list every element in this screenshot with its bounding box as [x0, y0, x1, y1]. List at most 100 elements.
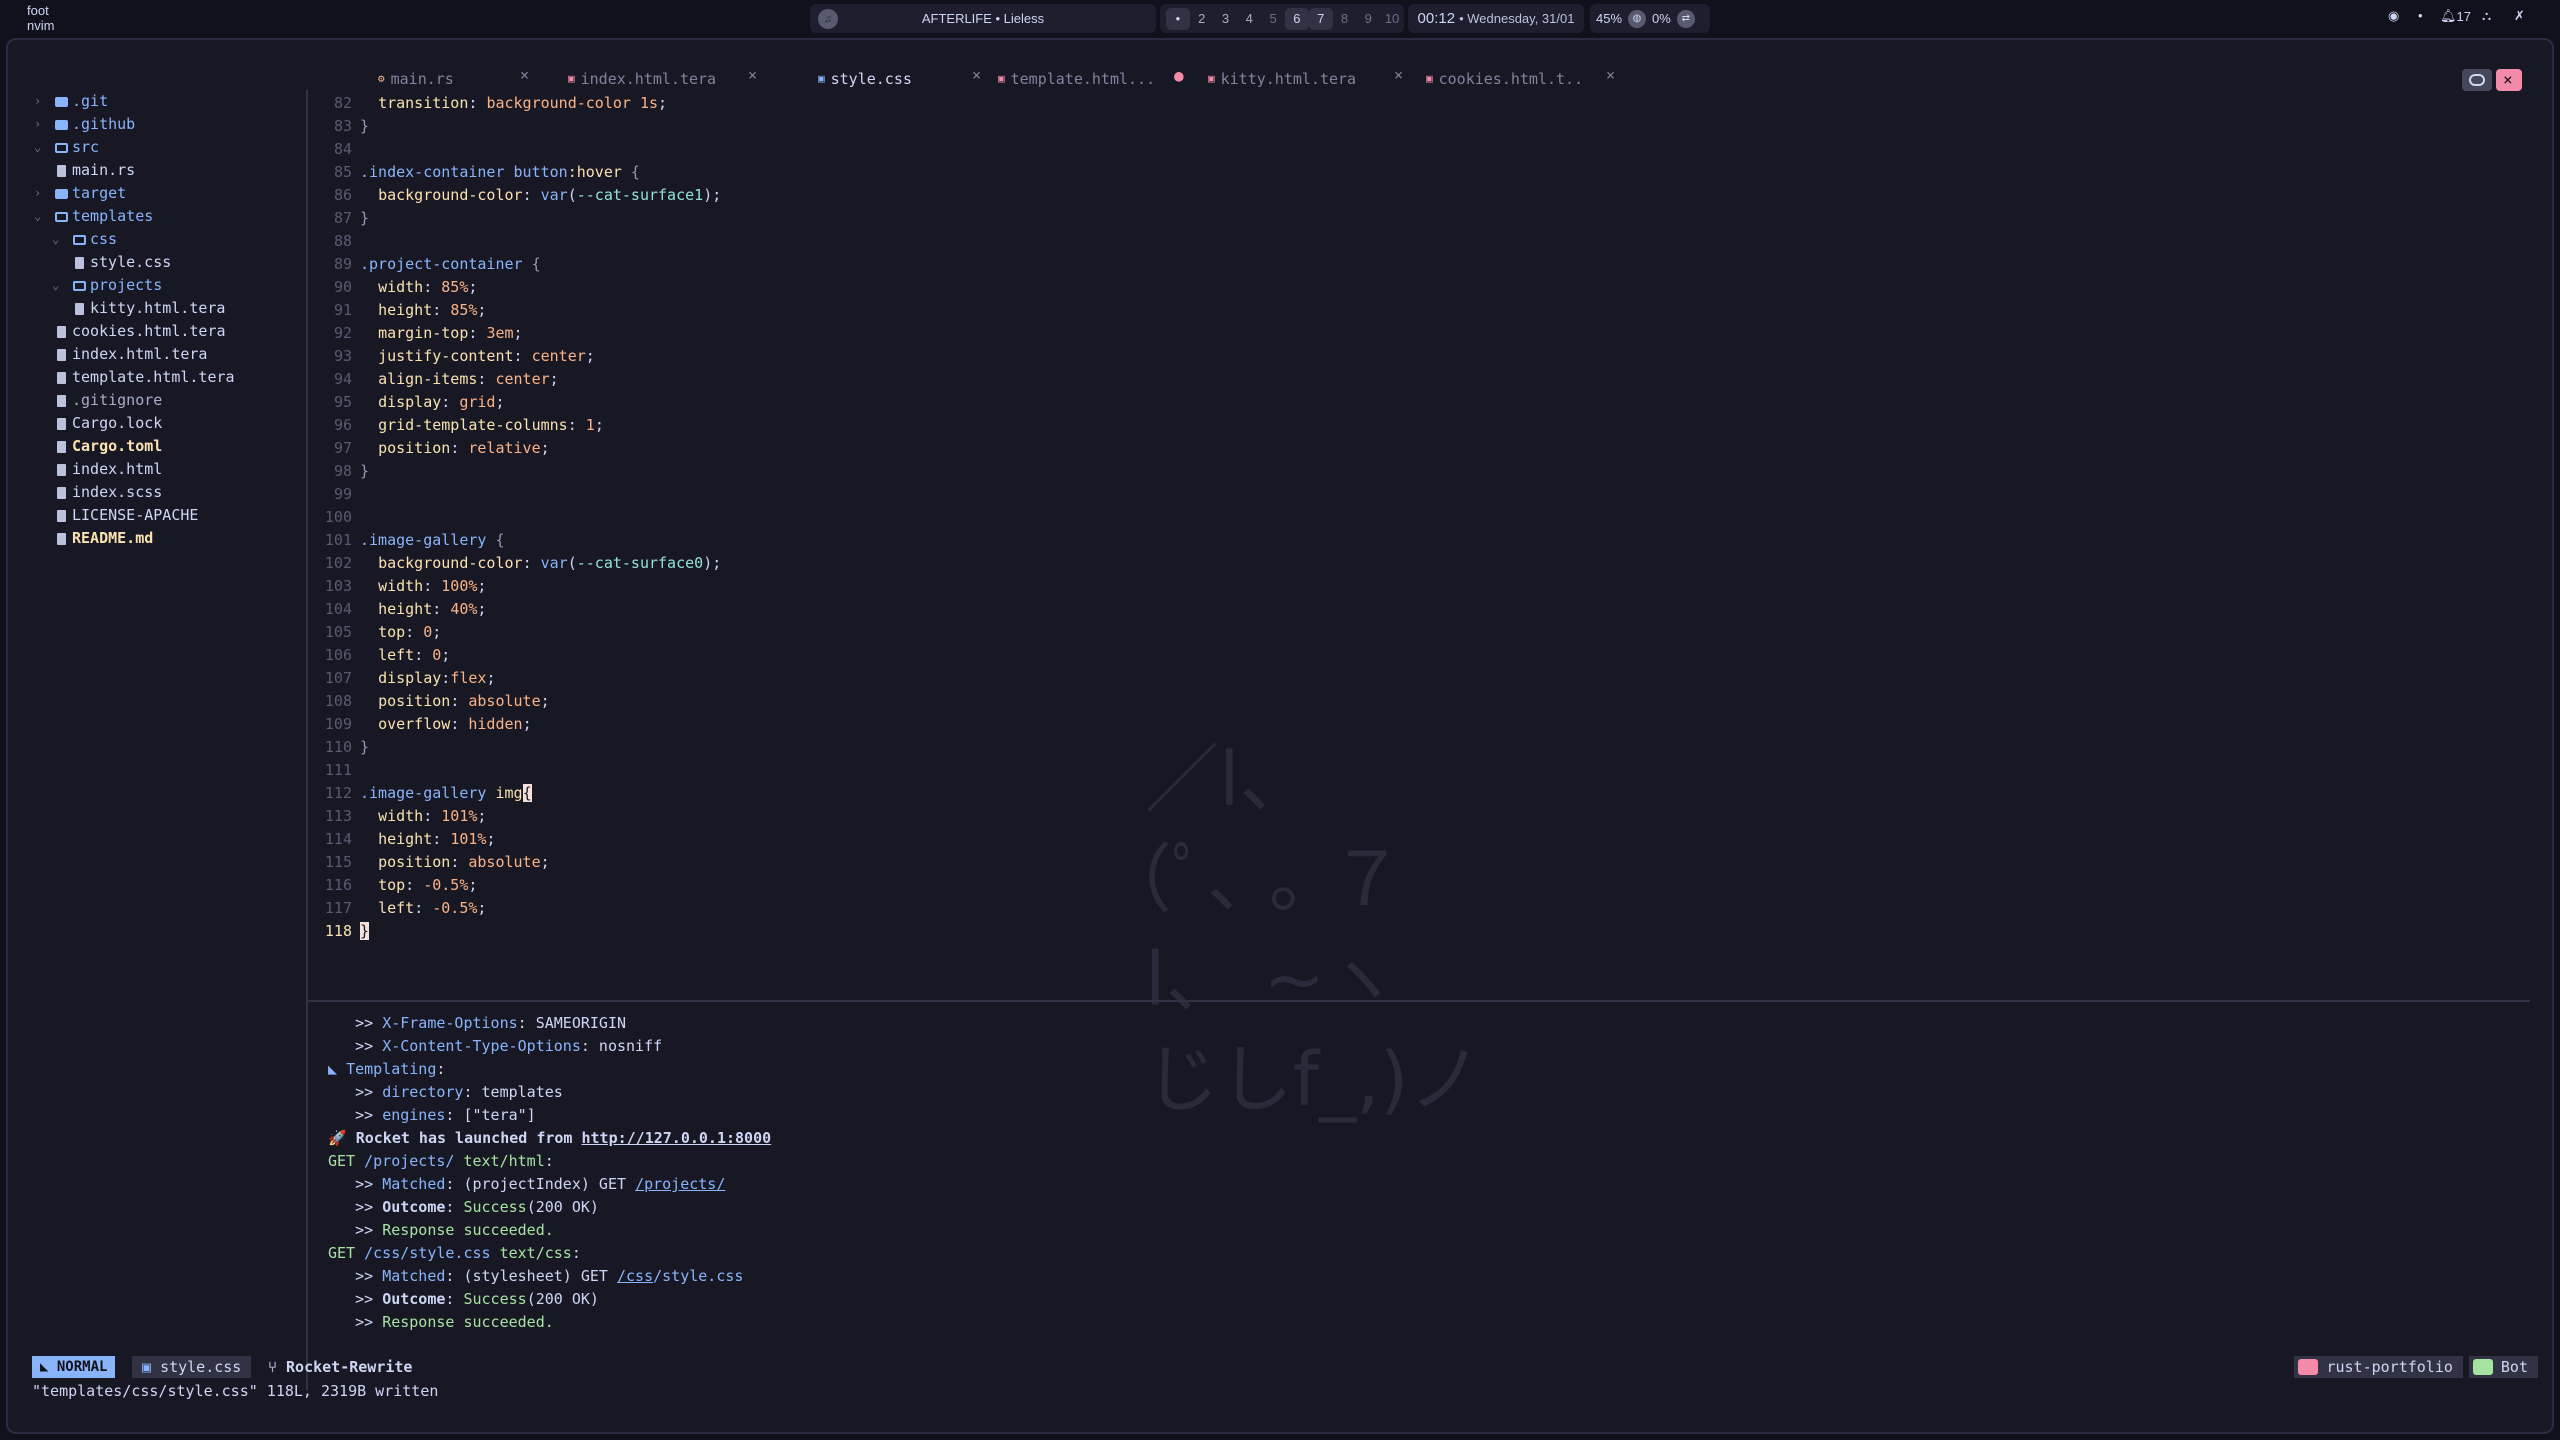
code-line[interactable]: 98} — [308, 460, 369, 483]
code-line[interactable]: 103 width: 100%; — [308, 575, 487, 598]
tree-item-kitty-html-tera[interactable]: kitty.html.tera — [70, 297, 225, 320]
tab-kitty-html-tera[interactable]: ▣ kitty.html.tera — [1208, 66, 1356, 92]
code-line[interactable]: 88 — [308, 230, 360, 253]
code-line[interactable]: 85 .index-container button:hover { — [308, 161, 640, 184]
code-line[interactable]: 111 — [308, 759, 360, 782]
tree-item-templates[interactable]: ⌄ templates — [34, 205, 153, 228]
media-player[interactable]: ♫ AFTERLIFE • Lieless — [810, 4, 1156, 33]
tree-item--git[interactable]: › .git — [34, 90, 108, 113]
tab-close-button[interactable]: × — [748, 66, 757, 84]
code-line[interactable]: 87} — [308, 207, 369, 230]
tray-discord[interactable]: ◉ — [2388, 8, 2399, 24]
code-line[interactable]: 104 height: 40%; — [308, 598, 487, 621]
code-line[interactable]: 116 top: -0.5%; — [308, 874, 478, 897]
code-line[interactable]: 92 margin-top: 3em; — [308, 322, 523, 345]
code-line[interactable]: 109 overflow: hidden; — [308, 713, 532, 736]
workspace-4[interactable]: 4 — [1237, 8, 1261, 30]
tab-close-button[interactable]: × — [1606, 66, 1615, 84]
tab-index-html-tera[interactable]: ▣ index.html.tera — [568, 66, 716, 92]
code-line[interactable]: 90 width: 85%; — [308, 276, 477, 299]
toggle-theme-button[interactable] — [2462, 69, 2492, 91]
code-line[interactable]: 84 — [308, 138, 360, 161]
workspace-7[interactable]: 7 — [1308, 7, 1333, 30]
code-line[interactable]: 96 grid-template-columns: 1; — [308, 414, 604, 437]
tree-item-index-html[interactable]: index.html — [34, 458, 162, 481]
position-segment: Bot — [2468, 1356, 2538, 1378]
tree-item-label: css — [90, 230, 118, 248]
tab-main-rs[interactable]: ⚙ main.rs — [378, 66, 454, 92]
code-line[interactable]: 93 justify-content: center; — [308, 345, 595, 368]
split-divider[interactable] — [308, 1000, 2530, 1002]
code-line[interactable]: 114 height: 101%; — [308, 828, 496, 851]
tree-item--github[interactable]: › .github — [34, 113, 135, 136]
code-line[interactable]: 102 background-color: var(--cat-surface0… — [308, 552, 721, 575]
tray-network[interactable]: ⛬ — [2482, 8, 2491, 24]
tab-close-button[interactable]: × — [1394, 66, 1403, 84]
code-line[interactable]: 110} — [308, 736, 369, 759]
tree-item-index-scss[interactable]: index.scss — [34, 481, 162, 504]
command-line[interactable]: "templates/css/style.css" 118L, 2319B wr… — [32, 1380, 438, 1402]
code-line[interactable]: 94 align-items: center; — [308, 368, 559, 391]
tab-close-button[interactable]: × — [520, 66, 529, 84]
code-line[interactable]: 115 position: absolute; — [308, 851, 550, 874]
code-line[interactable]: 105 top: 0; — [308, 621, 441, 644]
network-icon[interactable]: ⛬ — [2482, 8, 2491, 24]
code-line[interactable]: 86 background-color: var(--cat-surface1)… — [308, 184, 721, 207]
bluetooth-off-icon[interactable]: ✗ — [2514, 8, 2525, 24]
music-icon[interactable]: ♫ — [818, 9, 838, 29]
workspace-6[interactable]: 6 — [1284, 7, 1309, 30]
tray-bluetooth[interactable]: ✗ — [2514, 8, 2525, 24]
terminal-window[interactable]: ⚙ main.rs × ▣ index.html.tera × ▣ style.css × ▣ te… — [6, 38, 2554, 1434]
code-line[interactable]: 108 position: absolute; — [308, 690, 550, 713]
tree-item-template-html-tera[interactable]: template.html.tera — [52, 366, 235, 389]
tree-item-cargo-lock[interactable]: Cargo.lock — [34, 412, 162, 435]
tree-item-target[interactable]: › target — [34, 182, 126, 205]
code-line[interactable]: 91 height: 85%; — [308, 299, 487, 322]
tree-item--gitignore[interactable]: .gitignore — [34, 389, 162, 412]
tree-item-main-rs[interactable]: main.rs — [52, 159, 135, 182]
code-line[interactable]: 97 position: relative; — [308, 437, 550, 460]
tab-template-html-[interactable]: ▣ template.html... — [998, 66, 1155, 92]
workspace-9[interactable]: 9 — [1356, 8, 1380, 30]
file-icon — [52, 532, 70, 545]
workspace-8[interactable]: 8 — [1333, 8, 1357, 30]
code-line[interactable]: 89 .project-container { — [308, 253, 541, 276]
code-line[interactable]: 82 transition: background-color 1s; — [308, 92, 667, 115]
code-line[interactable]: 99 — [308, 483, 360, 506]
terminal-token: >> — [328, 1313, 383, 1331]
tab-cookies-html-t-[interactable]: ▣ cookies.html.t.. — [1426, 66, 1583, 92]
code-line[interactable]: 112 .image-gallery img{ — [308, 782, 532, 805]
workspace-10[interactable]: 10 — [1380, 8, 1404, 30]
workspace-5[interactable]: 5 — [1261, 8, 1285, 30]
tree-item-license-apache[interactable]: LICENSE-APACHE — [34, 504, 198, 527]
discord-icon[interactable]: ◉ — [2388, 8, 2399, 24]
code-line[interactable]: 95 display: grid; — [308, 391, 505, 414]
workspace-1[interactable]: • — [1166, 7, 1190, 30]
tree-item-readme-md[interactable]: README.md — [34, 527, 153, 550]
code-line[interactable]: 101 .image-gallery { — [308, 529, 505, 552]
notifications[interactable]: 🔔︎ 17 — [2440, 8, 2471, 24]
code-line[interactable]: 113 width: 101%; — [308, 805, 487, 828]
terminal-link[interactable]: /projects/ — [635, 1175, 725, 1193]
close-all-button[interactable]: × — [2496, 69, 2522, 91]
tree-item-style-css[interactable]: style.css — [70, 251, 171, 274]
code-line[interactable]: 117 left: -0.5%; — [308, 897, 487, 920]
clock[interactable]: 00:12 • Wednesday, 31/01 — [1408, 4, 1584, 33]
code-line[interactable]: 118} — [308, 920, 370, 943]
tree-item-cargo-toml[interactable]: Cargo.toml — [34, 435, 162, 458]
code-line[interactable]: 100 — [308, 506, 360, 529]
code-line[interactable]: 106 left: 0; — [308, 644, 450, 667]
terminal-link[interactable]: /css — [617, 1267, 653, 1285]
tree-item-projects[interactable]: ⌄ projects — [52, 274, 162, 297]
tree-item-css[interactable]: ⌄ css — [52, 228, 117, 251]
tree-item-src[interactable]: ⌄ src — [34, 136, 99, 159]
code-line[interactable]: 107 display:flex; — [308, 667, 496, 690]
workspace-3[interactable]: 3 — [1214, 8, 1238, 30]
code-line[interactable]: 83} — [308, 115, 369, 138]
tree-item-cookies-html-tera[interactable]: cookies.html.tera — [52, 320, 226, 343]
workspace-2[interactable]: 2 — [1190, 8, 1214, 30]
tab-close-button[interactable]: × — [972, 66, 981, 84]
tab-style-css[interactable]: ▣ style.css — [818, 66, 912, 92]
terminal-link[interactable]: http://127.0.0.1:8000 — [582, 1129, 772, 1147]
tree-item-index-html-tera[interactable]: index.html.tera — [52, 343, 207, 366]
